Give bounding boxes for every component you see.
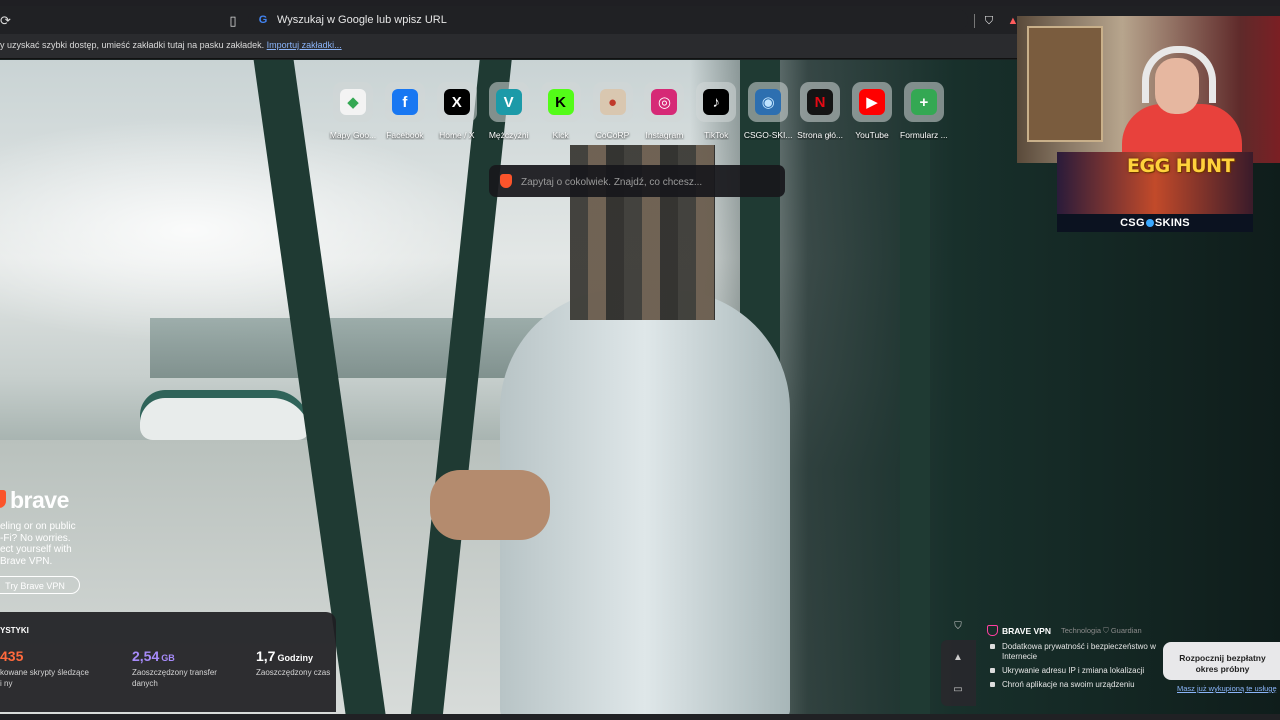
- kick-icon: K: [547, 89, 574, 115]
- shortcut-label[interactable]: Formularz ...: [888, 130, 960, 140]
- shortcut-tile[interactable]: + Formularz ...: [894, 82, 954, 144]
- toolbar-separator: [974, 14, 975, 28]
- reload-icon[interactable]: ⟳: [0, 13, 16, 29]
- wallpaper-airplane: [140, 390, 310, 440]
- webcam-overlay: [1017, 16, 1280, 163]
- v-icon: V: [495, 89, 522, 115]
- promo-line: -Fi? No worries.: [0, 532, 71, 544]
- brave-lion-icon: [0, 490, 6, 508]
- stat-time: 1,7 Godziny Zaoszczędzony czas: [256, 648, 346, 678]
- vpn-feature: Dodatkowa prywatność i bezpieczeństwo w …: [990, 642, 1160, 662]
- shortcut-icon-box[interactable]: ◎: [644, 82, 685, 122]
- shortcut-icon-box[interactable]: ♪: [696, 82, 737, 122]
- netflix-icon: N: [807, 89, 834, 115]
- stat-value: 2,54 GB: [132, 648, 222, 664]
- vpn-feature-list: Dodatkowa prywatność i bezpieczeństwo w …: [990, 642, 1160, 694]
- csgoskins-brand: CSG SKINS: [1057, 214, 1253, 232]
- tiktok-icon: ♪: [703, 89, 730, 115]
- bottom-edge: [0, 714, 1280, 720]
- stat-bandwidth: 2,54 GB Zaoszczędzony transfer danych: [132, 648, 222, 689]
- import-bookmarks-link[interactable]: Importuj zakładki...: [267, 40, 342, 50]
- widget-side-nav: ▲ ▭: [941, 640, 976, 706]
- start-trial-button[interactable]: Rozpocznij bezpłatny okres próbny: [1163, 642, 1280, 680]
- already-purchased-link[interactable]: Masz już wykupioną te usługę: [1177, 684, 1277, 693]
- x-icon: X: [443, 89, 470, 115]
- stat-value: 435: [0, 648, 90, 664]
- address-bar[interactable]: G Wyszukaj w Google lub wpisz URL: [248, 9, 968, 31]
- plus-icon: +: [910, 89, 937, 115]
- stat-number: 435: [0, 648, 24, 664]
- wallpaper-hand-phone: [430, 470, 550, 540]
- stat-caption: Zaoszczędzony transfer danych: [132, 668, 217, 688]
- stat-value: 1,7 Godziny: [256, 648, 346, 664]
- stat-trackers: 435 kowane skrypty śledzące i ny: [0, 648, 90, 689]
- shortcut-icon-box[interactable]: ●: [592, 82, 633, 122]
- vpn-widget-title: BRAVE VPN: [987, 625, 1051, 636]
- stat-unit: GB: [161, 653, 175, 663]
- shortcut-icon-box[interactable]: ◉: [748, 82, 789, 122]
- shortcut-icon-box[interactable]: ◆: [333, 82, 373, 122]
- brave-logo: brave: [0, 487, 90, 513]
- promo-line: ect yourself with: [0, 544, 72, 555]
- brand-left: CSG: [1120, 217, 1145, 229]
- stat-caption: kowane skrypty śledzące i ny: [0, 668, 89, 688]
- brave-wordmark: brave: [10, 487, 69, 513]
- newtab-search-input[interactable]: [519, 173, 773, 191]
- sponsor-banner: EGG HUNT CSG SKINS: [1057, 152, 1253, 232]
- shortcut-icon-box[interactable]: +: [903, 82, 944, 122]
- vpn-icon: [987, 625, 998, 636]
- vpn-shield-icon[interactable]: ⛉: [952, 621, 964, 633]
- stat-caption: Zaoszczędzony czas: [256, 668, 331, 677]
- try-brave-vpn-button[interactable]: Try Brave VPN: [0, 576, 80, 594]
- cocorp-icon: ●: [599, 89, 626, 115]
- shortcut-icon-box[interactable]: N: [800, 82, 841, 122]
- bookmarks-bar-hint: y uzyskać szybki dostęp, umieść zakładki…: [0, 40, 265, 50]
- facebook-icon: f: [391, 89, 418, 115]
- shortcut-icon-box[interactable]: X: [436, 82, 477, 122]
- bookmarks-bar-message: y uzyskać szybki dostęp, umieść zakładki…: [0, 40, 342, 50]
- brave-logo-icon: [500, 174, 512, 188]
- newtab-search-box[interactable]: [489, 165, 785, 197]
- address-bar-text[interactable]: Wyszukaj w Google lub wpisz URL: [277, 12, 447, 28]
- promo-line: eling or on public: [0, 521, 76, 532]
- brand-dot-icon: [1145, 219, 1154, 227]
- media-icon[interactable]: ▭: [952, 684, 964, 696]
- google-icon: G: [258, 14, 268, 26]
- promo-line: Brave VPN.: [0, 555, 53, 567]
- window-frame: [900, 140, 930, 720]
- instagram-icon: ◎: [651, 89, 678, 115]
- csgoskins-icon: ◉: [755, 89, 782, 115]
- webcam-headphones: [1142, 46, 1216, 103]
- vpn-tech-guardian: Technologia ⛉ Guardian: [1061, 626, 1142, 635]
- brave-shields-icon[interactable]: ⛉: [982, 13, 996, 29]
- stat-number: 2,54: [132, 648, 160, 664]
- shortcut-icon-box[interactable]: V: [488, 82, 529, 122]
- shortcut-icon-box[interactable]: f: [384, 82, 425, 122]
- vpn-promo-text: eling or on public -Fi? No worries. ect …: [0, 521, 90, 567]
- stat-number: 1,7: [256, 648, 276, 664]
- stat-unit: Godziny: [277, 653, 313, 663]
- alert-icon[interactable]: ▲: [952, 652, 964, 664]
- privacy-stats-widget[interactable]: YSTYKI 435 kowane skrypty śledzące i ny …: [0, 612, 336, 712]
- webcam-shelf: [1027, 26, 1103, 142]
- shortcut-icon-box[interactable]: K: [540, 82, 581, 122]
- vpn-feature: Ukrywanie adresu IP i zmiana lokalizacji: [990, 666, 1160, 676]
- brand-right: SKINS: [1154, 217, 1190, 229]
- vpn-title-text: BRAVE VPN: [1002, 626, 1051, 636]
- stats-title: YSTYKI: [0, 626, 29, 635]
- youtube-icon: ▶: [859, 89, 885, 115]
- bookmark-icon[interactable]: ▯: [226, 13, 240, 29]
- egg-hunt-title: EGG HUNT: [1127, 155, 1234, 177]
- vpn-feature: Chroń aplikacje na swoim urządzeniu: [990, 680, 1160, 690]
- shortcut-icon-box[interactable]: ▶: [852, 82, 892, 122]
- maps-icon: ◆: [340, 89, 366, 115]
